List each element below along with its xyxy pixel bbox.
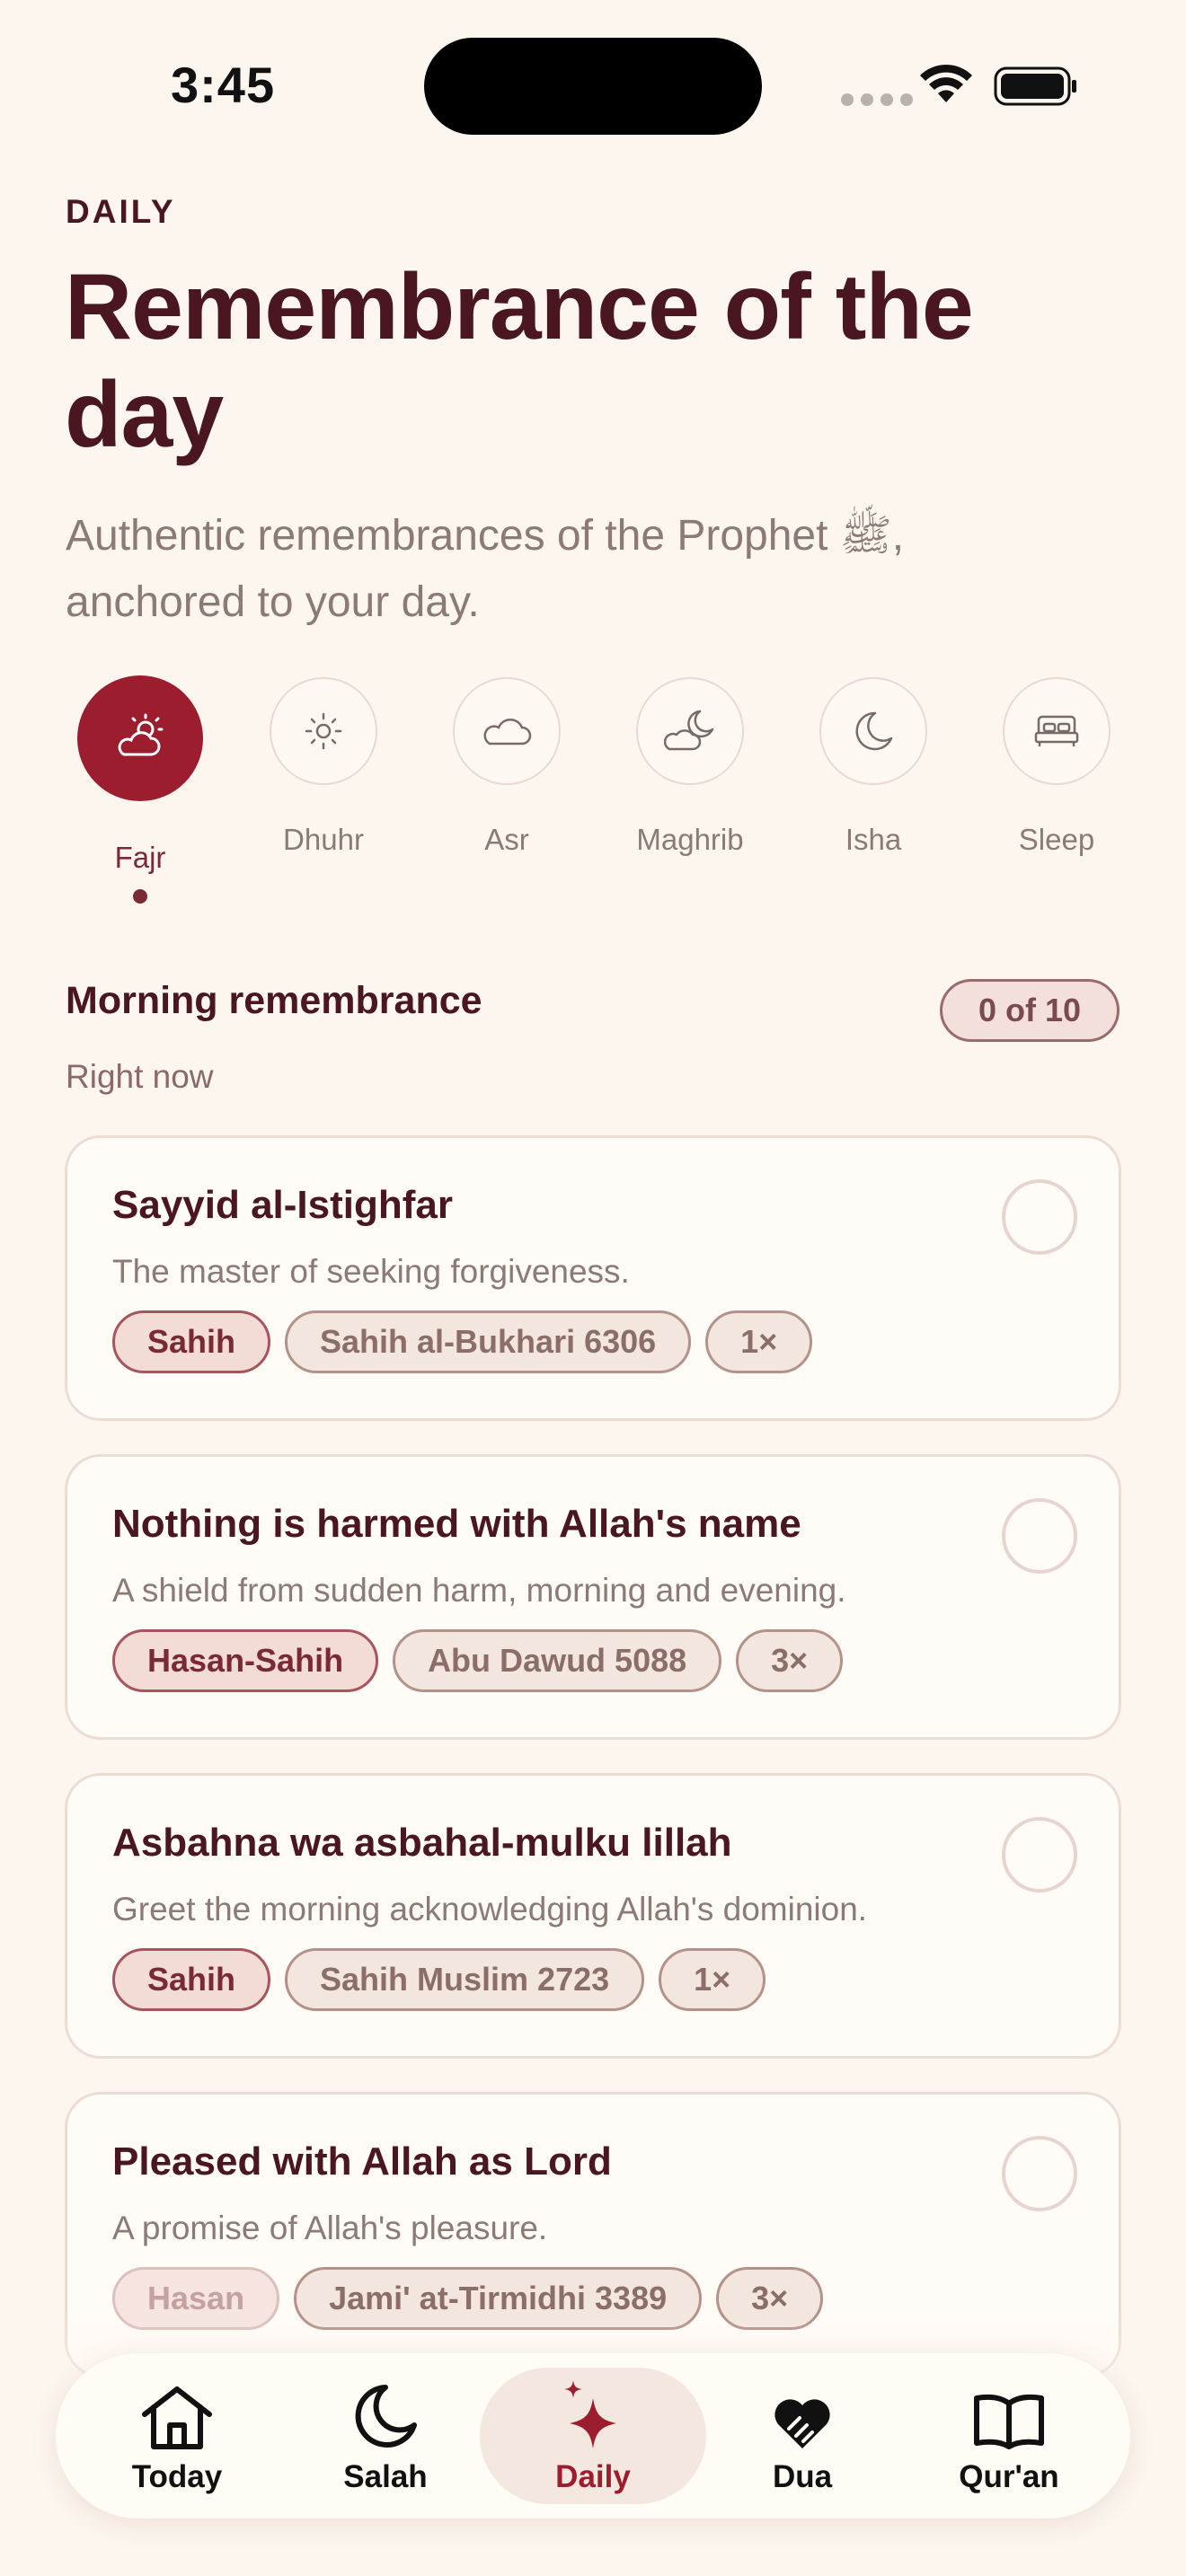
card-description: A shield from sudden harm, morning and e… bbox=[112, 1572, 846, 1609]
tab-label: Salah bbox=[343, 2459, 428, 2494]
count-chip: 1× bbox=[705, 1310, 813, 1373]
house-icon bbox=[74, 2377, 280, 2450]
section-subtitle: Right now bbox=[66, 1058, 214, 1095]
sun-icon bbox=[270, 677, 377, 785]
grade-chip: Sahih bbox=[112, 1310, 271, 1373]
source-chip: Abu Dawud 5088 bbox=[393, 1629, 722, 1692]
card-tags: Sahih Sahih Muslim 2723 1× bbox=[112, 1948, 766, 2011]
grade-chip: Hasan-Sahih bbox=[112, 1629, 379, 1692]
tab-salah[interactable]: Salah bbox=[282, 2368, 489, 2504]
status-bar: 3:45 bbox=[0, 0, 1186, 180]
tab-label: Today bbox=[131, 2459, 223, 2494]
count-chip: 1× bbox=[659, 1948, 766, 2011]
active-indicator-dot bbox=[133, 889, 147, 904]
tab-dua[interactable]: Dua bbox=[699, 2368, 906, 2504]
count-chip: 3× bbox=[736, 1629, 844, 1692]
prayer-time-label: Sleep bbox=[1018, 823, 1095, 856]
status-time: 3:45 bbox=[171, 57, 276, 113]
dynamic-island bbox=[424, 38, 762, 135]
prayer-time-fajr[interactable]: Fajr bbox=[50, 675, 230, 904]
prayer-time-label: Dhuhr bbox=[283, 823, 364, 856]
dhikr-card[interactable]: Nothing is harmed with Allah's name A sh… bbox=[65, 1454, 1121, 1740]
prayer-time-label: Asr bbox=[484, 823, 529, 856]
prayer-time-label: Isha bbox=[845, 823, 902, 856]
dhikr-card[interactable]: Asbahna wa asbahal-mulku lillah Greet th… bbox=[65, 1773, 1121, 2059]
card-title: Nothing is harmed with Allah's name bbox=[112, 1502, 801, 1546]
completion-checkbox[interactable] bbox=[1002, 1179, 1077, 1255]
source-chip: Sahih al-Bukhari 6306 bbox=[285, 1310, 692, 1373]
cellular-signal-icon bbox=[841, 93, 913, 106]
battery-icon bbox=[994, 66, 1076, 106]
progress-badge: 0 of 10 bbox=[940, 979, 1120, 1042]
completion-checkbox[interactable] bbox=[1002, 2136, 1077, 2211]
tab-today[interactable]: Today bbox=[74, 2368, 280, 2504]
card-title: Asbahna wa asbahal-mulku lillah bbox=[112, 1821, 732, 1865]
tab-label: Qur'an bbox=[959, 2459, 1059, 2494]
crescent-moon-icon bbox=[282, 2377, 489, 2450]
prayer-time-asr[interactable]: Asr bbox=[417, 675, 597, 857]
heart-hands-icon bbox=[699, 2377, 906, 2450]
prayer-time-dhuhr[interactable]: Dhuhr bbox=[234, 675, 413, 857]
completion-checkbox[interactable] bbox=[1002, 1817, 1077, 1892]
sun-cloud-icon bbox=[77, 675, 203, 801]
prayer-time-maghrib[interactable]: Maghrib bbox=[600, 675, 780, 857]
completion-checkbox[interactable] bbox=[1002, 1498, 1077, 1574]
open-book-icon bbox=[906, 2377, 1112, 2450]
cloud-icon bbox=[453, 677, 561, 785]
tab-bar: Today Salah Daily Dua Qur'an bbox=[56, 2353, 1130, 2519]
prayer-time-label: Maghrib bbox=[636, 823, 744, 856]
dhikr-card[interactable]: Sayyid al-Istighfar The master of seekin… bbox=[65, 1135, 1121, 1421]
prayer-time-label: Fajr bbox=[114, 841, 166, 874]
grade-chip: Sahih bbox=[112, 1948, 271, 2011]
section-title: Morning remembrance bbox=[66, 979, 482, 1022]
card-title: Pleased with Allah as Lord bbox=[112, 2139, 612, 2183]
wifi-icon bbox=[920, 64, 972, 102]
tab-daily[interactable]: Daily bbox=[480, 2368, 706, 2504]
card-title: Sayyid al-Istighfar bbox=[112, 1183, 454, 1227]
bed-icon bbox=[1003, 677, 1111, 785]
moon-cloud-icon bbox=[636, 677, 744, 785]
card-tags: Sahih Sahih al-Bukhari 6306 1× bbox=[112, 1310, 813, 1373]
page-title: Remembrance of the day bbox=[65, 255, 974, 467]
tab-label: Daily bbox=[555, 2459, 631, 2494]
prayer-time-isha[interactable]: Isha bbox=[783, 675, 963, 857]
page-eyebrow: DAILY bbox=[66, 193, 176, 230]
card-tags: Hasan-Sahih Abu Dawud 5088 3× bbox=[112, 1629, 844, 1692]
card-description: A promise of Allah's pleasure. bbox=[112, 2210, 548, 2246]
source-chip: Sahih Muslim 2723 bbox=[285, 1948, 645, 2011]
sparkles-icon bbox=[480, 2377, 706, 2450]
tab-label: Dua bbox=[772, 2459, 833, 2494]
moon-icon bbox=[819, 677, 927, 785]
card-description: Greet the morning acknowledging Allah's … bbox=[112, 1891, 868, 1928]
card-description: The master of seeking forgiveness. bbox=[112, 1253, 630, 1290]
page-subtitle: Authentic remembrances of the Prophet ﷺ,… bbox=[66, 512, 905, 626]
prayer-time-sleep[interactable]: Sleep bbox=[967, 675, 1146, 857]
prayer-time-selector: Fajr Dhuhr Asr Maghrib Isha Sleep bbox=[43, 675, 1186, 909]
tab-quran[interactable]: Qur'an bbox=[906, 2368, 1112, 2504]
